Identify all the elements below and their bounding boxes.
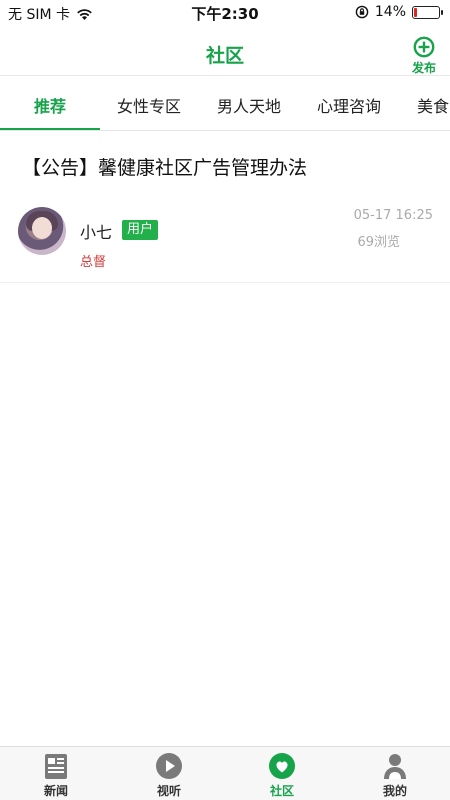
tabbar-label-community: 社区: [269, 784, 294, 798]
tab-recommended[interactable]: 推荐: [34, 93, 66, 117]
post-views: 69浏览: [357, 235, 400, 250]
category-tabs: 推荐 女性专区 男人天地 心理咨询 美食: [0, 77, 450, 131]
tabbar-label-news: 新闻: [43, 784, 68, 798]
avatar-face: [32, 217, 52, 239]
publish-button[interactable]: 发布: [406, 36, 442, 76]
user-role: 总督: [80, 255, 107, 270]
battery-level: [414, 7, 417, 17]
user-badge: 用户: [122, 220, 159, 240]
tabbar-label-profile: 我的: [382, 784, 407, 798]
bottom-tab-bar: 新闻 视听 社区 我的: [0, 746, 450, 800]
tabbar-item-media[interactable]: 视听: [129, 751, 209, 799]
status-bar: 无 SIM 卡 下午2:30 14%: [0, 0, 450, 26]
tabbar-item-profile[interactable]: 我的: [355, 751, 435, 799]
avatar[interactable]: [18, 207, 66, 255]
tabbar-label-media: 视听: [156, 784, 181, 798]
status-right: 14%: [355, 4, 443, 20]
tabbar-item-community[interactable]: 社区: [242, 751, 322, 799]
battery-icon: [412, 5, 443, 19]
nav-bar: 社区 发布: [0, 26, 450, 76]
page-title: 社区: [205, 45, 244, 67]
play-icon: [156, 753, 182, 779]
post-item[interactable]: 【公告】馨健康社区广告管理办法 小七 用户 总督 05-17 16:25 69浏…: [0, 131, 450, 283]
orientation-lock-icon: [355, 5, 369, 19]
post-title[interactable]: 【公告】馨健康社区广告管理办法: [22, 153, 307, 180]
news-icon: [45, 754, 67, 779]
battery-percent: 14%: [374, 4, 406, 20]
tabbar-item-news[interactable]: 新闻: [16, 751, 96, 799]
post-author[interactable]: 小七: [80, 219, 112, 243]
publish-label: 发布: [411, 61, 436, 75]
post-time: 05-17 16:25: [353, 208, 433, 223]
plus-circle-icon: [413, 36, 435, 58]
profile-icon: [384, 754, 406, 779]
tab-food[interactable]: 美食: [417, 93, 449, 117]
tab-women[interactable]: 女性专区: [117, 93, 181, 117]
tab-psychology[interactable]: 心理咨询: [317, 93, 381, 117]
community-heart-icon: [269, 753, 295, 779]
tab-men[interactable]: 男人天地: [217, 93, 281, 117]
